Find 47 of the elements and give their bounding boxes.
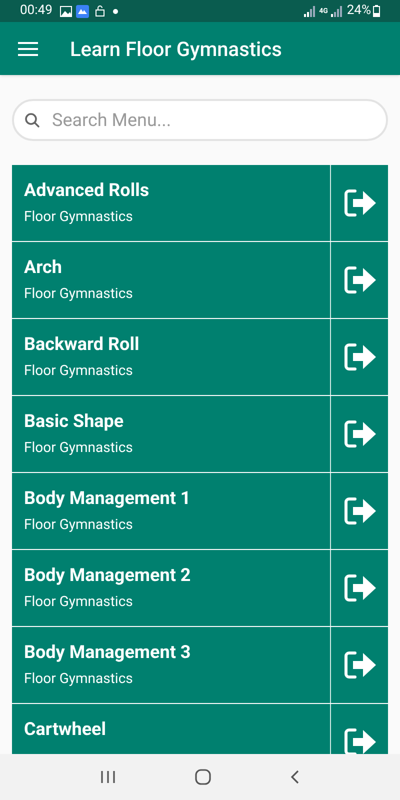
menu-item[interactable]: Body Management 1 Floor Gymnastics — [12, 473, 388, 549]
item-title: Basic Shape — [24, 411, 125, 434]
battery-icon — [373, 5, 380, 17]
menu-item[interactable]: Body Management 2 Floor Gymnastics — [12, 550, 388, 626]
exit-arrow-icon — [342, 650, 376, 680]
item-subtitle: Floor Gymnastics — [24, 670, 134, 688]
menu-item[interactable]: Basic Shape Floor Gymnastics — [12, 396, 388, 472]
item-subtitle: Floor Gymnastics — [24, 594, 134, 611]
image-icon — [60, 6, 72, 16]
item-title: Body Management 3 — [24, 642, 192, 664]
menu-item[interactable]: Arch Floor Gymnastics — [12, 242, 388, 318]
item-title: Backward Roll — [24, 334, 140, 356]
clock-text: 00:49 — [20, 2, 52, 20]
menu-item[interactable]: Backward Roll Floor Gymnastics — [12, 319, 388, 395]
exit-arrow-icon — [342, 342, 376, 372]
item-subtitle: Floor Gymnastics — [24, 286, 134, 303]
search-icon — [24, 112, 40, 128]
item-title: Arch — [24, 257, 63, 280]
menu-item[interactable]: Advanced Rolls Floor Gymnastics — [12, 165, 388, 241]
exit-arrow-icon — [342, 496, 376, 526]
battery-text: 24% — [346, 2, 371, 20]
signal-icon — [304, 6, 316, 16]
menu-item[interactable]: Body Management 3 Floor Gymnastics — [12, 627, 388, 703]
exit-arrow-icon — [342, 727, 376, 754]
item-subtitle: Floor Gymnastics — [24, 362, 134, 380]
menu-icon[interactable] — [18, 42, 38, 56]
item-subtitle: Floor Gymnastics — [24, 208, 134, 226]
item-title: Advanced Rolls — [24, 180, 150, 202]
item-title: Body Management 1 — [24, 488, 192, 510]
app-icon — [76, 4, 90, 18]
search-field[interactable]: Search Menu... — [12, 99, 388, 141]
app-title: Learn Floor Gymnastics — [70, 36, 282, 62]
exit-arrow-icon — [342, 419, 376, 449]
exit-arrow-icon — [342, 265, 376, 295]
exit-arrow-icon — [342, 188, 376, 218]
item-title: Body Management 2 — [24, 565, 192, 588]
lock-icon — [95, 5, 106, 17]
dot-icon — [113, 8, 118, 14]
item-subtitle: Floor Gymnastics — [24, 440, 134, 457]
back-icon[interactable] — [290, 769, 300, 785]
item-subtitle: Floor Gymnastics — [24, 516, 134, 534]
home-icon[interactable] — [194, 769, 211, 785]
menu-item[interactable]: Cartwheel — [12, 704, 388, 754]
recent-apps-icon[interactable] — [100, 770, 116, 784]
signal-icon — [330, 6, 343, 16]
item-title: Cartwheel — [24, 719, 108, 742]
exit-arrow-icon — [342, 573, 376, 603]
